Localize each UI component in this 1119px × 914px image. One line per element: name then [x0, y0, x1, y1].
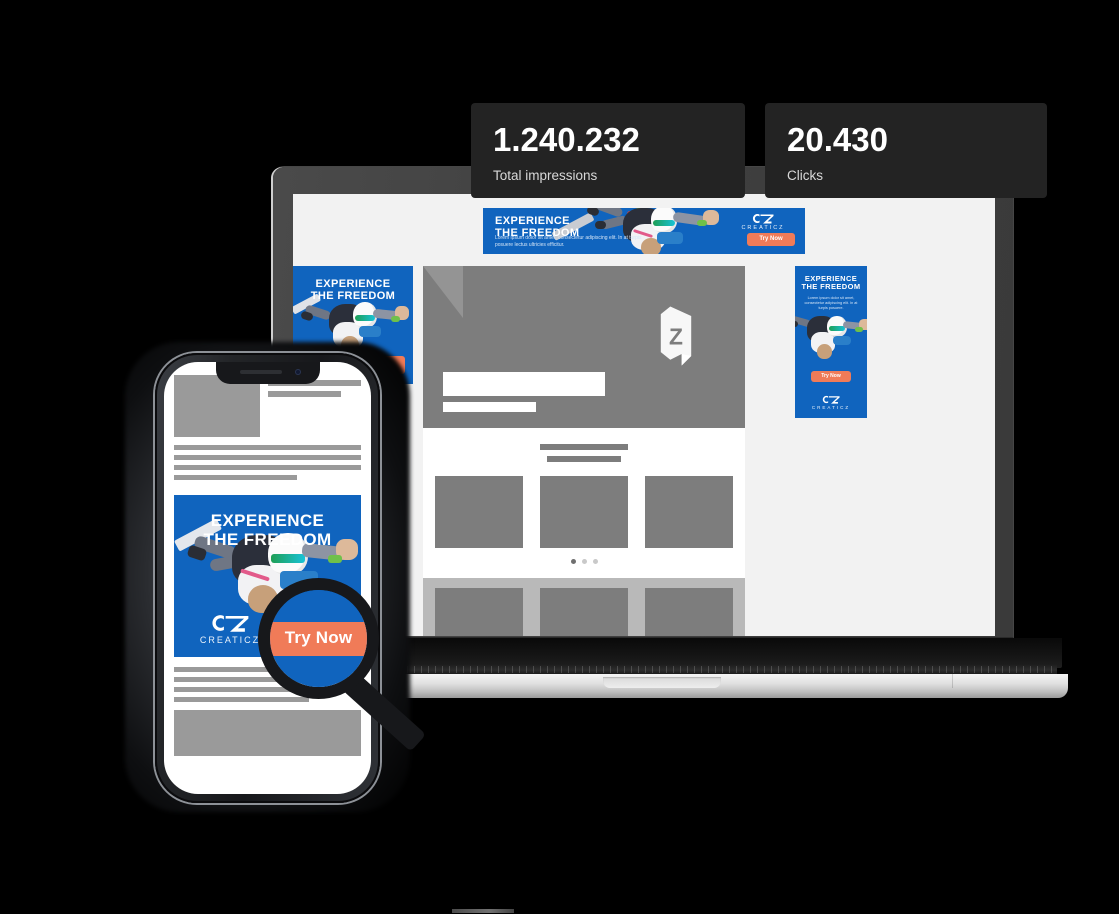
- chassis-seam-right: [952, 674, 953, 688]
- ad-headline: EXPERIENCE THE FREEDOM: [203, 511, 332, 550]
- section-title-placeholder: [540, 444, 628, 450]
- stat-value: 20.430: [787, 121, 888, 158]
- earpiece-speaker-icon: [239, 370, 282, 374]
- ad-body-copy: Lorem ipsum dolor sit amet, consectetur …: [495, 235, 642, 248]
- magnifier-lens: Try Now: [270, 590, 367, 687]
- article-paragraph-placeholder: [164, 437, 371, 491]
- phone-notch: [215, 362, 320, 384]
- features-section: [423, 428, 745, 578]
- feature-card-row: [423, 476, 745, 548]
- section-subtitle-placeholder: [547, 456, 621, 462]
- stat-card-total-impressions: 1.240.232 Total impressions: [471, 103, 745, 198]
- stat-label: Total impressions: [493, 168, 598, 183]
- magnified-cta-label: Try Now: [284, 628, 353, 647]
- ad-headline: EXPERIENCE THE FREEDOM: [801, 274, 861, 292]
- hero-title-placeholder: [443, 372, 605, 396]
- article-title-placeholder: [268, 375, 361, 437]
- ad-headline: EXPERIENCE THE FREEDOM: [310, 278, 396, 303]
- feature-card[interactable]: [435, 476, 523, 548]
- carousel-dot-3[interactable]: [592, 559, 598, 564]
- carousel-dot-1[interactable]: [570, 559, 576, 564]
- carousel-dot-2[interactable]: [581, 559, 587, 564]
- hero-subtitle-placeholder: [443, 402, 536, 412]
- secondary-card[interactable]: [435, 588, 523, 636]
- stat-card-clicks: 20.430 Clicks: [765, 103, 1047, 198]
- ad-leaderboard-banner[interactable]: EXPERIENCE THE FREEDOM Lorem ipsum dolor…: [483, 208, 805, 254]
- secondary-card-row: [423, 578, 745, 636]
- magnifier-icon[interactable]: Try Now: [258, 578, 438, 758]
- z-bookmark-icon: Z: [660, 306, 692, 366]
- skydiver-photo: [795, 312, 867, 374]
- feature-card[interactable]: [645, 476, 733, 548]
- brand-logo: CREATICZ: [735, 213, 791, 231]
- screenshot-edge-artifact: [452, 909, 514, 913]
- ad-cta-button[interactable]: Try Now: [811, 371, 851, 382]
- secondary-card[interactable]: [645, 588, 733, 636]
- hero-section: Z: [423, 266, 745, 428]
- laptop-leaderboard-slot: EXPERIENCE THE FREEDOM Lorem ipsum dolor…: [483, 208, 805, 254]
- laptop-lid-notch: [603, 677, 721, 688]
- svg-text:Z: Z: [669, 324, 683, 350]
- front-camera-icon: [294, 369, 301, 375]
- stat-value: 1.240.232: [493, 121, 640, 158]
- right-ad-column: EXPERIENCE THE FREEDOM Lorem ipsum dolor…: [755, 266, 867, 418]
- cz-monogram-icon: [212, 615, 249, 632]
- brand-logo: CREATICZ: [795, 395, 867, 410]
- ad-skyscraper-banner[interactable]: EXPERIENCE THE FREEDOM Lorem ipsum dolor…: [795, 266, 867, 418]
- ad-body-copy: Lorem ipsum dolor sit amet, consectetur …: [804, 295, 858, 311]
- stat-label: Clicks: [787, 168, 823, 183]
- article-thumbnail-placeholder: [174, 375, 260, 437]
- composite-device-mockup: EXPERIENCE THE FREEDOM Lorem ipsum dolor…: [0, 0, 1119, 914]
- feature-card[interactable]: [540, 476, 628, 548]
- ad-cta-button[interactable]: Try Now: [747, 233, 795, 246]
- main-content-column: Z: [423, 266, 745, 636]
- carousel-dots[interactable]: [423, 559, 745, 564]
- cz-monogram-icon: [822, 395, 840, 404]
- cz-monogram-icon: [752, 214, 774, 224]
- secondary-card[interactable]: [540, 588, 628, 636]
